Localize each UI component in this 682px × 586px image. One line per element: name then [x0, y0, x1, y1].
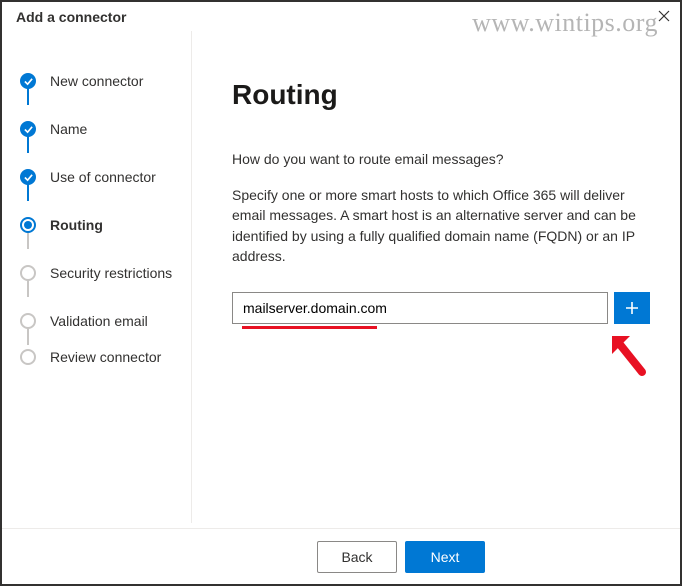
step-name[interactable]: Name	[20, 105, 181, 153]
add-smart-host-button[interactable]	[614, 292, 650, 324]
step-security-restrictions[interactable]: Security restrictions	[20, 249, 181, 297]
upcoming-step-icon	[20, 265, 36, 281]
plus-icon	[625, 301, 639, 315]
check-icon	[20, 73, 36, 89]
step-label: Validation email	[50, 313, 148, 329]
step-label: Use of connector	[50, 169, 156, 185]
steps-list: New connector Name Use of connector R	[20, 57, 181, 369]
back-button[interactable]: Back	[317, 541, 397, 573]
check-icon	[20, 121, 36, 137]
smart-host-input[interactable]	[232, 292, 608, 324]
step-routing[interactable]: Routing	[20, 201, 181, 249]
annotation-arrow	[608, 332, 650, 381]
step-label: Name	[50, 121, 87, 137]
smart-host-input-row	[232, 292, 650, 324]
panel-title: Add a connector	[16, 9, 126, 25]
upcoming-step-icon	[20, 313, 36, 329]
step-use-of-connector[interactable]: Use of connector	[20, 153, 181, 201]
panel-footer: Back Next	[2, 528, 680, 584]
step-new-connector[interactable]: New connector	[20, 57, 181, 105]
step-review-connector[interactable]: Review connector	[20, 345, 181, 369]
routing-description: Specify one or more smart hosts to which…	[232, 185, 650, 266]
step-label: Security restrictions	[50, 265, 172, 281]
next-button[interactable]: Next	[405, 541, 485, 573]
step-label: New connector	[50, 73, 143, 89]
routing-question: How do you want to route email messages?	[232, 151, 650, 167]
check-icon	[20, 169, 36, 185]
panel-header: Add a connector	[2, 2, 680, 31]
step-label: Review connector	[50, 349, 161, 365]
close-button[interactable]	[654, 6, 674, 26]
step-label: Routing	[50, 217, 103, 233]
annotation-underline	[242, 326, 377, 329]
step-validation-email[interactable]: Validation email	[20, 297, 181, 345]
close-icon	[658, 10, 670, 22]
wizard-steps-sidebar: New connector Name Use of connector R	[2, 31, 192, 523]
panel-body: New connector Name Use of connector R	[2, 31, 680, 523]
main-content: Routing How do you want to route email m…	[192, 31, 680, 523]
upcoming-step-icon	[20, 349, 36, 365]
current-step-icon	[20, 217, 36, 233]
page-heading: Routing	[232, 79, 650, 111]
